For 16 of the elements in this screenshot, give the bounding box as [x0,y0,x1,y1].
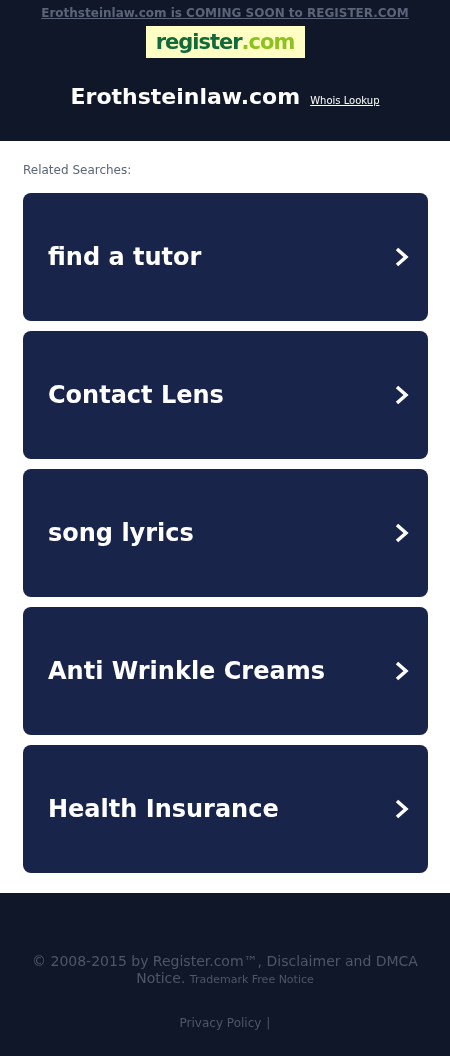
search-link[interactable]: song lyrics [23,469,428,597]
chevron-right-icon [394,384,410,406]
domain-title: Erothsteinlaw.com [70,84,301,109]
search-link[interactable]: find a tutor [23,193,428,321]
copyright-notice: © 2008-2015 by Register.com™, Disclaimer and DMCA Notice. Trademark Free Notice [31,953,419,988]
chevron-right-icon [394,246,410,268]
separator: | [266,1016,271,1030]
chevron-right-icon [394,522,410,544]
chevron-right-icon [394,660,410,682]
chevron-right-icon [394,798,410,820]
related-searches-heading: Related Searches: [23,163,133,177]
register-logo: register.com [145,26,305,58]
search-link[interactable]: Contact Lens [23,331,428,459]
search-link[interactable]: Anti Wrinkle Creams [23,607,428,735]
whois-link[interactable]: Whois Lookup [310,95,380,106]
search-link[interactable]: Health Insurance [23,745,428,873]
